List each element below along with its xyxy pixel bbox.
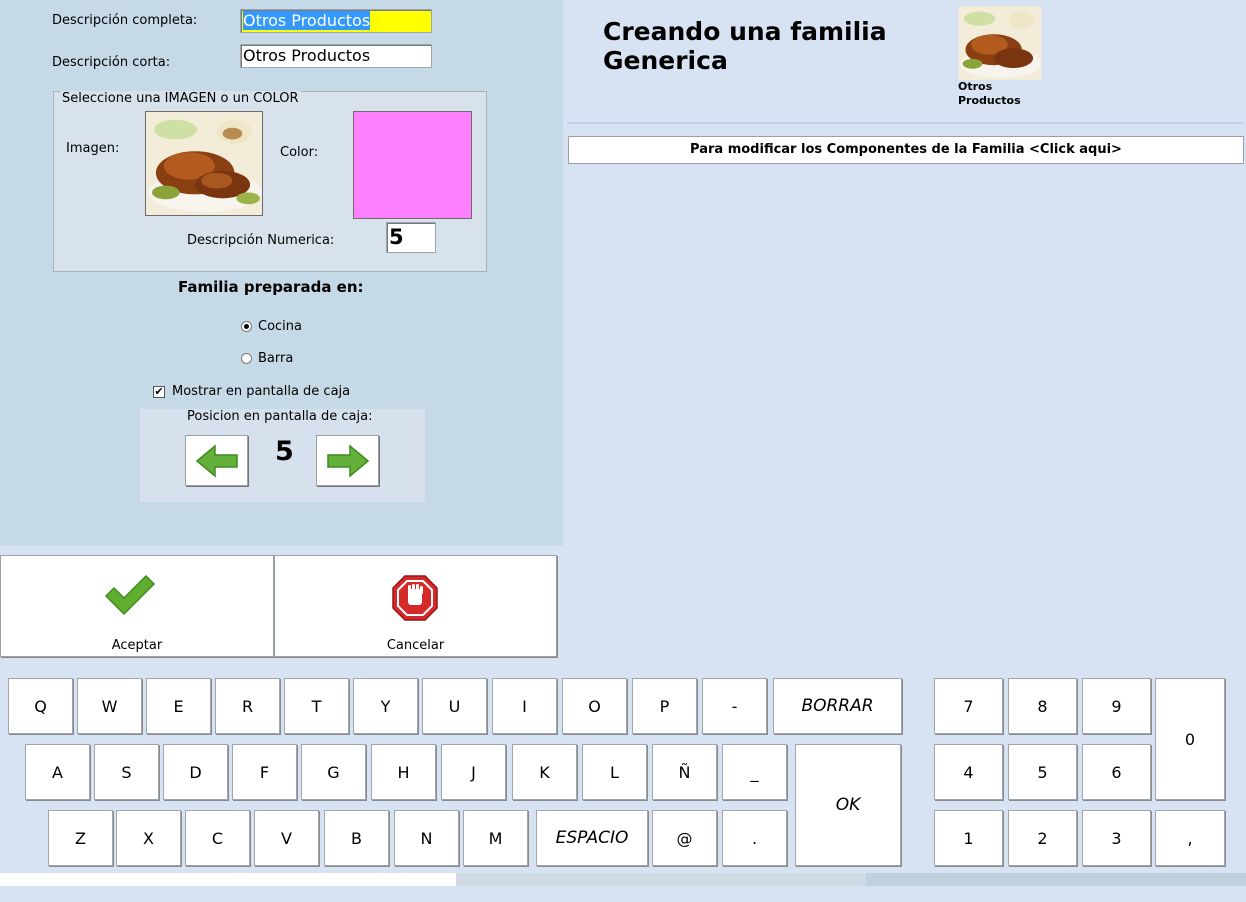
family-thumbnail (958, 6, 1042, 80)
key-5-r2[interactable]: H (371, 744, 436, 800)
full-description-input[interactable]: Otros Productos (240, 9, 432, 33)
show-in-cashier-checkbox[interactable]: ✔ (153, 386, 165, 398)
short-description-input[interactable]: Otros Productos (240, 44, 432, 68)
page-title: Creando una familia Generica (603, 17, 887, 75)
progress-strip-left (0, 873, 456, 886)
key-2-r3[interactable]: C (185, 810, 250, 866)
short-description-label: Descripción corta: (52, 55, 171, 70)
checkmark-icon (104, 574, 156, 616)
key-2-r1[interactable]: E (146, 678, 211, 734)
prepared-in-label: Familia preparada en: (178, 278, 364, 296)
full-description-value: Otros Productos (243, 11, 371, 30)
key-7-r2[interactable]: K (512, 744, 577, 800)
family-form-panel: Descripción completa: Otros Productos De… (0, 0, 563, 546)
key-4-r1[interactable]: T (284, 678, 349, 734)
key-at[interactable]: @ (652, 810, 717, 866)
key-6-r1[interactable]: U (422, 678, 487, 734)
position-next-button[interactable] (316, 435, 379, 486)
key-0-r1[interactable]: Q (8, 678, 73, 734)
numpad-key-2[interactable]: 2 (1008, 810, 1077, 866)
numeric-description-label: Descripción Numerica: (187, 233, 335, 248)
thumbnail-caption: Otros Productos (958, 80, 1021, 107)
key-4-r3[interactable]: B (324, 810, 389, 866)
key-2-r2[interactable]: D (163, 744, 228, 800)
modify-components-button[interactable]: Para modificar los Componentes de la Fam… (568, 136, 1244, 164)
numpad-key-4[interactable]: 4 (934, 744, 1003, 800)
family-image[interactable] (145, 111, 263, 216)
arrow-left-icon (195, 443, 238, 478)
radio-cocina-label[interactable]: Cocina (258, 319, 302, 334)
progress-strip-mid (456, 873, 866, 886)
full-description-label: Descripción completa: (52, 13, 198, 28)
radio-barra[interactable] (241, 353, 252, 364)
arrow-right-icon (326, 443, 369, 478)
position-box: Posicion en pantalla de caja: 5 (140, 409, 425, 502)
image-or-color-legend: Seleccione una IMAGEN o un COLOR (60, 91, 301, 106)
numpad-key-comma[interactable]: , (1155, 810, 1225, 866)
numpad-key-1[interactable]: 1 (934, 810, 1003, 866)
key-1-r2[interactable]: S (94, 744, 159, 800)
key-0-r3[interactable]: Z (48, 810, 113, 866)
key-4-r2[interactable]: G (301, 744, 366, 800)
numpad-key-8[interactable]: 8 (1008, 678, 1077, 734)
progress-strip-right (866, 873, 1246, 886)
key-ok[interactable]: OK (795, 744, 901, 866)
key-3-r1[interactable]: R (215, 678, 280, 734)
key-0-r2[interactable]: A (25, 744, 90, 800)
key-7-r1[interactable]: I (492, 678, 557, 734)
cancel-label: Cancelar (386, 638, 445, 653)
key-3-r2[interactable]: F (232, 744, 297, 800)
key-10-r2[interactable]: _ (722, 744, 787, 800)
stop-hand-icon (392, 575, 438, 621)
cancel-button[interactable]: Cancelar (274, 555, 557, 657)
key-6-r2[interactable]: J (441, 744, 506, 800)
key-espacio[interactable]: ESPACIO (536, 810, 648, 866)
key-1-r1[interactable]: W (77, 678, 142, 734)
image-label: Imagen: (66, 141, 120, 156)
numpad-key-7[interactable]: 7 (934, 678, 1003, 734)
numpad-key-3[interactable]: 3 (1082, 810, 1151, 866)
key-10-r1[interactable]: - (702, 678, 767, 734)
key-borrar[interactable]: BORRAR (773, 678, 902, 734)
key-5-r3[interactable]: N (394, 810, 459, 866)
croissant-thumbnail-icon (958, 6, 1042, 80)
numeric-description-input[interactable]: 5 (386, 222, 436, 253)
color-label: Color: (280, 145, 319, 160)
numpad-key-5[interactable]: 5 (1008, 744, 1077, 800)
numpad-key-6[interactable]: 6 (1082, 744, 1151, 800)
key-6-r3[interactable]: M (463, 810, 528, 866)
radio-barra-label[interactable]: Barra (258, 351, 293, 366)
key-8-r2[interactable]: L (582, 744, 647, 800)
accept-button[interactable]: Aceptar (0, 555, 274, 657)
color-swatch[interactable] (353, 111, 472, 219)
position-value: 5 (275, 436, 294, 467)
position-label: Posicion en pantalla de caja: (187, 409, 373, 424)
key-9-r2[interactable]: Ñ (652, 744, 717, 800)
position-prev-button[interactable] (185, 435, 248, 486)
numpad-key-9[interactable]: 9 (1082, 678, 1151, 734)
key-period[interactable]: . (722, 810, 787, 866)
key-3-r3[interactable]: V (254, 810, 319, 866)
key-1-r3[interactable]: X (116, 810, 181, 866)
accept-label: Aceptar (111, 638, 163, 653)
key-5-r1[interactable]: Y (353, 678, 418, 734)
croissant-image-icon (146, 112, 262, 215)
show-in-cashier-label[interactable]: Mostrar en pantalla de caja (172, 384, 350, 399)
radio-cocina[interactable] (241, 321, 252, 332)
key-8-r1[interactable]: O (562, 678, 627, 734)
numpad-key-0[interactable]: 0 (1155, 678, 1225, 800)
key-9-r1[interactable]: P (632, 678, 697, 734)
